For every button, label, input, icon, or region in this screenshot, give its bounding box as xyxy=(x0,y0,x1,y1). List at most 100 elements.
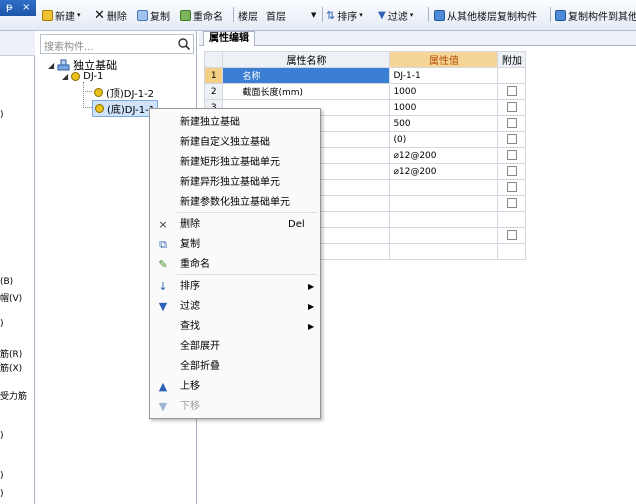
left-panel-text[interactable]: 筋(R) xyxy=(0,347,22,360)
delete-button[interactable]: ✕ 删除 xyxy=(94,6,127,24)
floor-value[interactable]: 首层 xyxy=(266,6,286,24)
toolbar-separator xyxy=(550,7,551,22)
toolbar-separator xyxy=(322,7,323,22)
left-panel-text[interactable]: 帽(V) xyxy=(0,291,22,304)
tab-property-edit[interactable]: 属性编辑 xyxy=(203,31,255,46)
menu-item[interactable]: ↓ 排序 ▶ xyxy=(151,277,319,297)
copy-icon xyxy=(137,9,148,21)
property-value-cell[interactable]: DJ-1-1 xyxy=(389,67,499,84)
collapse-arrow-icon[interactable]: ◢ xyxy=(48,61,54,70)
menu-item[interactable]: × 删除 Del xyxy=(151,215,319,235)
property-value-cell[interactable]: 1000 xyxy=(389,99,499,116)
left-panel-strip xyxy=(0,31,35,56)
extra-checkbox[interactable] xyxy=(506,86,517,97)
property-value-cell[interactable] xyxy=(389,179,499,196)
menu-item[interactable]: ⧉ 复制 xyxy=(151,235,319,255)
extra-checkbox[interactable] xyxy=(506,182,517,193)
extra-checkbox[interactable] xyxy=(506,102,517,113)
menu-item[interactable]: ▼ 过滤 ▶ xyxy=(151,297,319,317)
extra-cell xyxy=(497,83,527,100)
left-panel-text[interactable]: ) xyxy=(0,471,4,481)
new-button[interactable]: 新建 ▾ xyxy=(42,6,81,24)
component-icon xyxy=(94,88,103,97)
property-value-cell[interactable] xyxy=(389,227,499,244)
sort-icon: ↓ xyxy=(158,280,168,293)
property-tab-bar: 属性编辑 xyxy=(199,31,636,46)
copy-to-floor-button[interactable]: 复制构件到其他 xyxy=(555,6,636,24)
property-value-cell[interactable]: ⌀12@200 xyxy=(389,163,499,180)
dropdown-arrow-icon: ▾ xyxy=(77,11,81,19)
property-name-cell[interactable]: 名称 xyxy=(222,67,391,84)
table-row[interactable]: 1 名称 DJ-1-1 xyxy=(203,67,527,84)
floor-dropdown[interactable]: ▼ xyxy=(311,6,316,24)
left-panel-text[interactable]: (B) xyxy=(0,277,13,287)
left-panel-text[interactable]: ) xyxy=(0,431,4,441)
sort-button[interactable]: ⇅ 排序 ▾ xyxy=(326,6,363,24)
collapse-arrow-icon[interactable]: ◢ xyxy=(62,72,68,81)
left-panel-text[interactable]: 筋(X) xyxy=(0,361,22,374)
left-panel-text[interactable]: ) xyxy=(0,319,4,329)
search-icon[interactable] xyxy=(177,37,191,51)
extra-checkbox[interactable] xyxy=(506,166,517,177)
menu-item[interactable]: 新建参数化独立基础单元 xyxy=(151,193,319,213)
property-value-cell[interactable]: 500 xyxy=(389,115,499,132)
menu-item-label: 下移 xyxy=(180,401,200,412)
property-value-cell[interactable]: (0) xyxy=(389,131,499,148)
delete-icon: × xyxy=(158,218,168,231)
property-value-cell[interactable] xyxy=(389,195,499,212)
submenu-arrow-icon: ▶ xyxy=(308,302,315,311)
left-panel-text[interactable]: 受力筋 xyxy=(0,389,27,402)
menu-item[interactable]: 新建独立基础 xyxy=(151,113,319,133)
property-value-cell[interactable] xyxy=(389,211,499,228)
extra-cell xyxy=(497,179,527,196)
menu-item-label: 重命名 xyxy=(180,259,210,270)
close-icon[interactable]: × xyxy=(22,0,30,16)
extra-cell xyxy=(497,67,527,84)
left-navigation-panel: ) (B) 帽(V) ) 筋(R) 筋(X) 受力筋 ) ) ) xyxy=(0,31,35,504)
menu-item[interactable]: ✎ 重命名 xyxy=(151,255,319,275)
extra-cell xyxy=(497,227,527,244)
copy-from-floor-button[interactable]: 从其他楼层复制构件 xyxy=(434,6,537,24)
left-panel-text[interactable]: ) xyxy=(0,489,4,499)
menu-item-label: 删除 xyxy=(180,219,200,230)
property-value-cell[interactable]: ⌀12@200 xyxy=(389,147,499,164)
menu-item[interactable]: 新建矩形独立基础单元 xyxy=(151,153,319,173)
rename-icon: ✎ xyxy=(158,258,168,271)
left-panel-text[interactable]: ) xyxy=(0,110,4,120)
extra-cell xyxy=(497,131,527,148)
extra-cell xyxy=(497,99,527,116)
menu-item-label: 全部折叠 xyxy=(180,361,220,372)
menu-item[interactable]: ▲ 上移 xyxy=(151,377,319,397)
tree-node-group[interactable]: ◢ DJ-1 xyxy=(62,71,103,82)
extra-checkbox[interactable] xyxy=(506,150,517,161)
toolbar-separator xyxy=(233,7,234,22)
menu-item[interactable]: 新建异形独立基础单元 xyxy=(151,173,319,193)
extra-checkbox[interactable] xyxy=(506,230,517,241)
foundation-icon xyxy=(57,59,70,71)
copy-button[interactable]: 复制 xyxy=(137,6,170,24)
extra-cell xyxy=(497,211,527,228)
chevron-down-icon: ▼ xyxy=(311,11,317,19)
menu-item[interactable]: 新建自定义独立基础 xyxy=(151,133,319,153)
filter-button[interactable]: ▼ 过滤 ▾ xyxy=(378,6,413,24)
pin-icon[interactable]: ᵽ xyxy=(6,2,13,13)
tree-node-child[interactable]: (顶)DJ-1-2 xyxy=(94,85,154,100)
menu-item[interactable]: 全部折叠 xyxy=(151,357,319,377)
table-row[interactable]: 2 截面长度(mm) 1000 xyxy=(203,83,527,100)
extra-checkbox[interactable] xyxy=(506,118,517,129)
property-value-cell[interactable] xyxy=(389,243,499,260)
rename-button[interactable]: 重命名 xyxy=(180,6,223,24)
component-icon xyxy=(95,104,104,113)
property-value-cell[interactable]: 1000 xyxy=(389,83,499,100)
menu-item-label: 全部展开 xyxy=(180,341,220,352)
search-input[interactable]: 搜索构件... xyxy=(40,34,194,54)
menu-item[interactable]: 全部展开 xyxy=(151,337,319,357)
extra-checkbox[interactable] xyxy=(506,198,517,209)
menu-item[interactable]: ▼ 下移 xyxy=(151,397,319,417)
menu-item[interactable]: 查找 ▶ xyxy=(151,317,319,337)
property-name-cell[interactable]: 截面长度(mm) xyxy=(222,83,391,100)
extra-cell xyxy=(497,147,527,164)
rename-icon xyxy=(180,9,191,21)
extra-checkbox[interactable] xyxy=(506,134,517,145)
tree-connector xyxy=(83,82,84,108)
